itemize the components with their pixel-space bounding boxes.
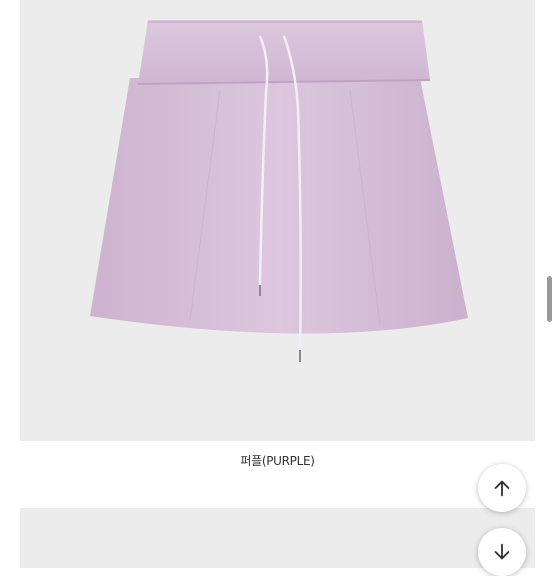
arrow-up-icon — [494, 480, 510, 497]
scroll-to-top-button[interactable] — [478, 464, 526, 512]
next-product-image — [20, 508, 535, 568]
arrow-down-icon — [494, 543, 510, 560]
skirt-icon — [90, 20, 468, 362]
product-image — [20, 0, 535, 441]
scrollbar-thumb[interactable] — [547, 276, 552, 322]
scroll-down-button[interactable] — [478, 528, 526, 576]
product-color-caption: 퍼플(PURPLE) — [240, 454, 315, 468]
